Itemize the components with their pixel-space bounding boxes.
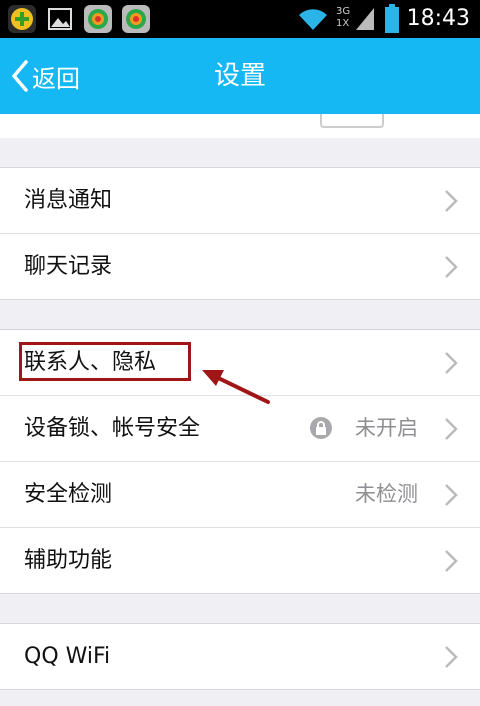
row-label: 设备锁、帐号安全	[24, 416, 201, 441]
battery-icon	[384, 4, 400, 38]
signal-icon	[354, 6, 376, 36]
clock: 18:43	[406, 6, 470, 31]
row-label: 辅助功能	[24, 548, 113, 573]
chevron-right-icon	[445, 646, 458, 668]
settings-group-1: 消息通知 聊天记录	[0, 167, 480, 300]
row-label: 安全检测	[24, 482, 113, 507]
image-notification-icon	[46, 5, 74, 33]
page-title: 设置	[213, 61, 266, 91]
row-label: 聊天记录	[24, 254, 113, 279]
chevron-right-icon	[445, 190, 458, 212]
annotation-highlight-box	[19, 342, 191, 381]
settings-row-security-check[interactable]: 安全检测 未检测	[0, 462, 480, 528]
chevron-right-icon	[445, 418, 458, 440]
settings-group-3: QQ WiFi	[0, 623, 480, 690]
browser-notification-icon-2	[122, 5, 150, 33]
title-bar: 返回 设置	[0, 38, 480, 114]
row-label: QQ WiFi	[24, 644, 111, 669]
chevron-right-icon	[445, 352, 458, 374]
chevron-right-icon	[445, 484, 458, 506]
lock-icon	[310, 417, 332, 439]
settings-row-chat-history[interactable]: 聊天记录	[0, 234, 480, 299]
chevron-right-icon	[445, 550, 458, 572]
browser-notification-icon	[84, 5, 112, 33]
wifi-icon	[297, 6, 329, 36]
status-bar: 3G 1X 18:43	[0, 0, 480, 38]
row-value: 未开启	[355, 416, 418, 440]
settings-row-notifications[interactable]: 消息通知	[0, 168, 480, 234]
partial-settings-row[interactable]	[0, 114, 480, 138]
toggle-switch[interactable]	[320, 114, 384, 128]
app-notification-icon	[8, 5, 36, 33]
annotation-arrow-icon	[202, 370, 270, 404]
chevron-right-icon	[445, 256, 458, 278]
row-value: 未检测	[355, 482, 418, 506]
settings-row-qq-wifi[interactable]: QQ WiFi	[0, 624, 480, 689]
settings-row-accessibility[interactable]: 辅助功能	[0, 528, 480, 593]
network-type-label: 3G 1X	[336, 6, 351, 29]
row-label: 消息通知	[24, 188, 113, 213]
